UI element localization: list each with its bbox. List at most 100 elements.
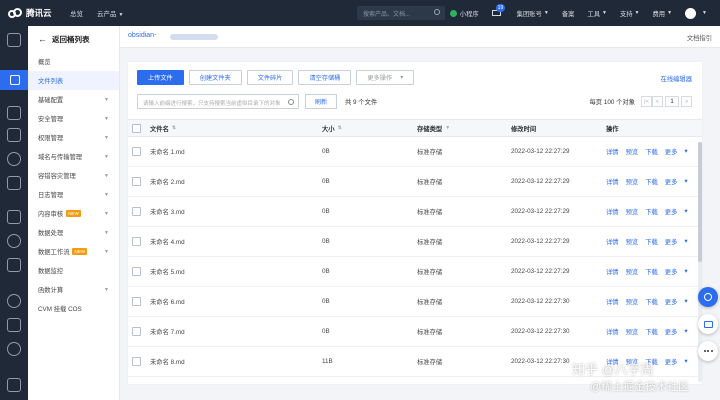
back-to-bucket-list[interactable]: ← 返回桶列表 xyxy=(28,26,119,52)
bucket-name[interactable]: obsidian- xyxy=(128,32,156,39)
sidebar-item[interactable]: 数据监控 xyxy=(28,261,119,280)
download-link[interactable]: 下载 xyxy=(645,327,658,336)
sidebar-item[interactable]: 内容审核 NEW ▼ xyxy=(28,204,119,223)
row-checkbox[interactable] xyxy=(132,237,141,246)
clear-bucket-button[interactable]: 清空存储桶 xyxy=(298,70,352,85)
next-page-button[interactable]: > xyxy=(681,96,692,107)
doc-guide-link[interactable]: 文档指引 xyxy=(687,33,712,42)
support-menu[interactable]: 支持 ▼ xyxy=(620,9,640,18)
refresh-button[interactable]: 刷新 xyxy=(305,94,337,109)
more-actions-select[interactable]: 更多操作 ▾ xyxy=(356,70,415,85)
customer-service-button[interactable] xyxy=(698,287,718,307)
grid-icon[interactable] xyxy=(7,210,21,224)
details-link[interactable]: 详情 xyxy=(606,267,619,276)
file-name[interactable]: 未命名 4.md xyxy=(150,227,185,256)
preview-link[interactable]: 预览 xyxy=(626,177,639,186)
sidebar-item[interactable]: 日志管理 ▼ xyxy=(28,185,119,204)
sidebar-item[interactable]: 权限管理 ▼ xyxy=(28,128,119,147)
shield-icon[interactable] xyxy=(7,318,21,332)
preview-link[interactable]: 预览 xyxy=(626,237,639,246)
sidebar-item[interactable]: 函数计算 ▼ xyxy=(28,280,119,299)
file-name[interactable]: 未命名 3.md xyxy=(150,197,185,226)
file-name[interactable]: 未命名 8.md xyxy=(150,347,185,376)
preview-link[interactable]: 预览 xyxy=(626,147,639,156)
more-actions-link[interactable]: 更多 xyxy=(665,177,678,186)
file-name[interactable]: 未命名 1.md xyxy=(150,137,185,166)
sidebar-item[interactable]: 基础配置 ▼ xyxy=(28,90,119,109)
download-link[interactable]: 下载 xyxy=(645,207,658,216)
row-checkbox[interactable] xyxy=(132,327,141,336)
more-actions-link[interactable]: 更多 xyxy=(665,267,678,276)
sidebar-item[interactable]: 安全管理 ▼ xyxy=(28,109,119,128)
file-name[interactable]: 未命名 2.md xyxy=(150,167,185,196)
more-actions-link[interactable]: 更多 xyxy=(665,357,678,366)
row-checkbox[interactable] xyxy=(132,297,141,306)
database-icon[interactable] xyxy=(7,176,21,190)
row-checkbox[interactable] xyxy=(132,177,141,186)
preview-link[interactable]: 预览 xyxy=(626,327,639,336)
icp-filing-link[interactable]: 备案 xyxy=(562,9,575,18)
monitor-icon[interactable] xyxy=(7,152,21,166)
select-all-checkbox[interactable] xyxy=(132,123,141,133)
sidebar-item[interactable]: 数据处理 ▼ xyxy=(28,223,119,242)
file-fragments-button[interactable]: 文件碎片 xyxy=(246,70,294,85)
mini-program-button[interactable]: 小程序 xyxy=(449,9,479,18)
column-header-name[interactable]: 文件名 ⇅ xyxy=(150,120,176,136)
more-actions-link[interactable]: 更多 xyxy=(665,147,678,156)
preview-link[interactable]: 预览 xyxy=(626,297,639,306)
download-link[interactable]: 下载 xyxy=(645,267,658,276)
download-link[interactable]: 下载 xyxy=(645,177,658,186)
product-hexagon-icon[interactable] xyxy=(7,33,21,47)
sidebar-item[interactable]: 数据工作流 NEW ▼ xyxy=(28,242,119,261)
billing-menu[interactable]: 费用 ▼ xyxy=(653,9,673,18)
page-number-input[interactable]: 1 xyxy=(665,96,679,107)
first-page-button[interactable]: |< xyxy=(641,96,652,107)
row-checkbox[interactable] xyxy=(132,267,141,276)
file-name[interactable]: 未命名 6.md xyxy=(150,287,185,316)
row-checkbox[interactable] xyxy=(132,147,141,156)
more-float-button[interactable] xyxy=(698,341,718,361)
group-account-menu[interactable]: 集团账号 ▼ xyxy=(517,9,549,18)
nav-products-menu[interactable]: 云产品 ▼ xyxy=(97,8,123,18)
global-search-input[interactable]: 搜索产品、文档... xyxy=(357,6,445,20)
column-header-storage-type[interactable]: 存储类型 ▼ xyxy=(417,120,450,136)
details-link[interactable]: 详情 xyxy=(606,237,619,246)
row-checkbox[interactable] xyxy=(132,207,141,216)
preview-link[interactable]: 预览 xyxy=(626,207,639,216)
create-folder-button[interactable]: 创建文件夹 xyxy=(188,70,242,85)
brand-logo[interactable]: 腾讯云 xyxy=(0,7,70,19)
download-link[interactable]: 下载 xyxy=(645,237,658,246)
cos-active-icon[interactable] xyxy=(0,70,28,90)
details-link[interactable]: 详情 xyxy=(606,327,619,336)
more-actions-link[interactable]: 更多 xyxy=(665,297,678,306)
download-link[interactable]: 下载 xyxy=(645,147,658,156)
tools-menu[interactable]: 工具 ▼ xyxy=(587,9,607,18)
more-actions-link[interactable]: 更多 xyxy=(665,327,678,336)
per-page-select[interactable]: 每页 100 个对象 xyxy=(590,97,636,106)
details-link[interactable]: 详情 xyxy=(606,207,619,216)
download-link[interactable]: 下载 xyxy=(645,297,658,306)
online-editor-link[interactable]: 在线编辑器 xyxy=(661,74,692,83)
preview-link[interactable]: 预览 xyxy=(626,267,639,276)
more-actions-link[interactable]: 更多 xyxy=(665,207,678,216)
upload-file-button[interactable]: 上传文件 xyxy=(137,70,184,85)
file-name[interactable]: 未命名 7.md xyxy=(150,317,185,346)
settings-icon[interactable] xyxy=(7,294,21,308)
file-name[interactable]: 未命名 5.md xyxy=(150,257,185,286)
messages-button[interactable]: 19 xyxy=(491,4,506,16)
sidebar-item[interactable]: CVM 挂载 COS xyxy=(28,299,119,318)
help-icon[interactable] xyxy=(7,234,21,248)
calendar-icon[interactable] xyxy=(7,128,21,142)
row-checkbox[interactable] xyxy=(132,357,141,366)
details-link[interactable]: 详情 xyxy=(606,147,619,156)
prefix-search-input[interactable]: 请输入前缀进行搜索，只支持搜索当前虚拟目录下的对象 xyxy=(137,94,299,109)
more-actions-link[interactable]: 更多 xyxy=(665,237,678,246)
document-icon[interactable] xyxy=(7,258,21,272)
network-icon[interactable] xyxy=(7,342,21,356)
prev-page-button[interactable]: < xyxy=(652,96,663,107)
details-link[interactable]: 详情 xyxy=(606,297,619,306)
nav-overview-link[interactable]: 总览 xyxy=(70,8,83,18)
collapse-icon[interactable] xyxy=(7,378,21,392)
sidebar-item[interactable]: 域名与传输管理 ▼ xyxy=(28,147,119,166)
details-link[interactable]: 详情 xyxy=(606,177,619,186)
